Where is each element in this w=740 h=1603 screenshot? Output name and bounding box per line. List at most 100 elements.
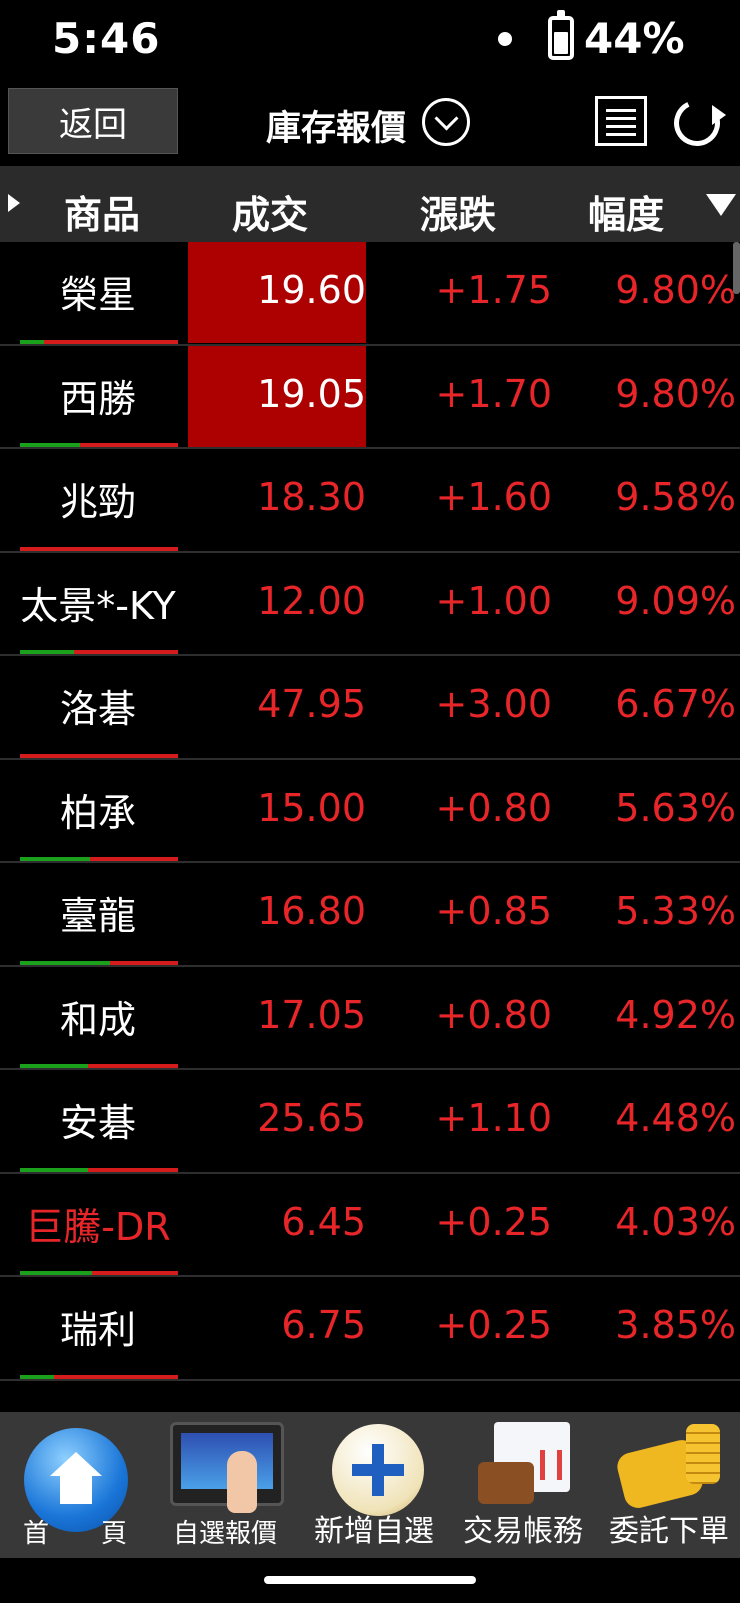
price-value: 19.05 <box>257 371 366 416</box>
nav-order[interactable]: 委託下單 <box>598 1412 740 1558</box>
table-row[interactable]: 兆勁 18.30 +1.60 9.58% <box>0 449 740 553</box>
chevron-down-icon[interactable] <box>422 98 470 146</box>
nav-watchlist[interactable]: 自選報價 <box>150 1412 300 1558</box>
change-value: +0.25 <box>435 1303 552 1347</box>
nav-add-watch-label: 新增自選 <box>314 1514 434 1549</box>
percent-value: 5.33% <box>615 889 736 933</box>
price-value: 18.30 <box>257 475 366 519</box>
ask-bar <box>110 960 178 965</box>
nav-watchlist-label: 自選報價 <box>172 1519 277 1549</box>
table-row[interactable]: 洛碁 47.95 +3.00 6.67% <box>0 656 740 760</box>
column-price[interactable]: 成交 <box>232 184 308 239</box>
percent-value: 4.03% <box>615 1199 736 1244</box>
stock-name: 西勝 <box>59 376 136 421</box>
price-value: 12.00 <box>257 578 366 623</box>
ask-bar <box>44 339 178 344</box>
percent-value: 4.48% <box>615 1096 736 1140</box>
nav-add-watch[interactable]: 新增自選 <box>300 1412 448 1558</box>
order-icon <box>608 1420 728 1516</box>
quote-list: 榮星 19.60 +1.75 9.80% 西勝 19.05 +1.70 9.80… <box>0 242 740 1412</box>
ask-bar <box>88 1064 178 1068</box>
price-value: 19.60 <box>257 268 366 312</box>
ask-bar <box>90 857 178 861</box>
change-value: +0.25 <box>435 1199 552 1244</box>
table-row[interactable]: 柏承 15.00 +0.80 5.63% <box>0 760 740 863</box>
price-value: 6.45 <box>281 1199 366 1244</box>
bid-bar <box>20 960 110 965</box>
ask-bar <box>88 1167 178 1172</box>
stock-name: 柏承 <box>59 790 136 835</box>
table-row[interactable]: 榮星 19.60 +1.75 9.80% <box>0 242 740 346</box>
nav-account[interactable]: 交易帳務 <box>448 1412 598 1558</box>
table-row[interactable]: 和成 17.05 +0.80 4.92% <box>0 967 740 1070</box>
ask-bar <box>92 1271 178 1275</box>
change-value: +1.70 <box>435 371 552 416</box>
ask-bar <box>20 753 178 758</box>
change-value: +0.80 <box>435 992 552 1037</box>
ask-bar <box>74 650 178 654</box>
table-row[interactable]: 臺龍 16.80 +0.85 5.33% <box>0 863 740 967</box>
percent-value: 6.67% <box>615 682 736 726</box>
price-value: 25.65 <box>257 1096 366 1140</box>
stock-name: 榮星 <box>59 273 136 317</box>
bid-bar <box>20 1374 54 1379</box>
bid-bar <box>20 339 44 344</box>
sort-down-icon[interactable] <box>706 194 736 216</box>
percent-value: 9.80% <box>615 268 736 312</box>
change-value: +1.75 <box>435 268 552 312</box>
home-indicator[interactable] <box>264 1576 476 1584</box>
price-value: 17.05 <box>257 992 366 1037</box>
price-value: 6.75 <box>281 1303 366 1347</box>
nav-home-label: 首 頁 <box>22 1519 127 1549</box>
battery-percent: 44% <box>584 14 685 63</box>
table-row[interactable]: 瑞利 6.75 +0.25 3.85% <box>0 1277 740 1381</box>
percent-value: 5.63% <box>615 785 736 830</box>
stock-name: 巨騰-DR <box>25 1204 171 1249</box>
nav-home[interactable]: 首 頁 <box>0 1412 150 1558</box>
stock-name: 瑞利 <box>59 1308 136 1352</box>
status-time: 5:46 <box>52 14 161 63</box>
table-row[interactable]: 巨騰-DR 6.45 +0.25 4.03% <box>0 1174 740 1277</box>
stock-name: 安碁 <box>59 1101 136 1145</box>
back-button[interactable]: 返回 <box>8 88 178 154</box>
column-change[interactable]: 漲跌 <box>420 184 496 239</box>
stock-name: 和成 <box>59 997 136 1042</box>
column-header: 商品 成交 漲跌 幅度 <box>0 166 740 242</box>
notification-dot-icon <box>498 32 512 46</box>
percent-value: 9.58% <box>615 475 736 519</box>
battery-icon <box>548 10 574 60</box>
stock-name: 太景*-KY <box>20 583 176 628</box>
change-value: +1.00 <box>435 578 552 623</box>
account-icon <box>478 1422 574 1510</box>
scrollbar[interactable] <box>733 242 740 294</box>
expand-arrow-icon[interactable] <box>8 194 20 212</box>
column-product[interactable]: 商品 <box>64 184 140 239</box>
column-percent[interactable]: 幅度 <box>588 184 664 239</box>
table-row[interactable]: 太景*-KY 12.00 +1.00 9.09% <box>0 553 740 656</box>
bid-bar <box>20 650 74 654</box>
page-title[interactable]: 庫存報價 <box>266 100 406 151</box>
price-value: 47.95 <box>257 682 366 726</box>
percent-value: 9.80% <box>615 371 736 416</box>
list-icon[interactable] <box>595 96 647 146</box>
status-bar: 5:46 44% <box>0 0 740 84</box>
change-value: +1.10 <box>435 1096 552 1140</box>
ask-bar <box>20 546 178 551</box>
change-value: +1.60 <box>435 475 552 519</box>
ask-bar <box>80 443 178 447</box>
change-value: +0.85 <box>435 889 552 933</box>
refresh-icon[interactable] <box>667 93 727 153</box>
stock-name: 兆勁 <box>59 480 136 524</box>
percent-value: 9.09% <box>615 578 736 623</box>
bid-bar <box>20 1271 92 1275</box>
stock-name: 洛碁 <box>59 687 136 731</box>
bid-bar <box>20 857 90 861</box>
price-value: 16.80 <box>257 889 366 933</box>
table-row[interactable]: 安碁 25.65 +1.10 4.48% <box>0 1070 740 1174</box>
bid-bar <box>20 1167 88 1172</box>
percent-value: 3.85% <box>615 1303 736 1347</box>
stock-name: 臺龍 <box>59 894 136 938</box>
change-value: +3.00 <box>435 682 552 726</box>
table-row[interactable]: 西勝 19.05 +1.70 9.80% <box>0 345 740 449</box>
nav-account-label: 交易帳務 <box>463 1514 583 1549</box>
